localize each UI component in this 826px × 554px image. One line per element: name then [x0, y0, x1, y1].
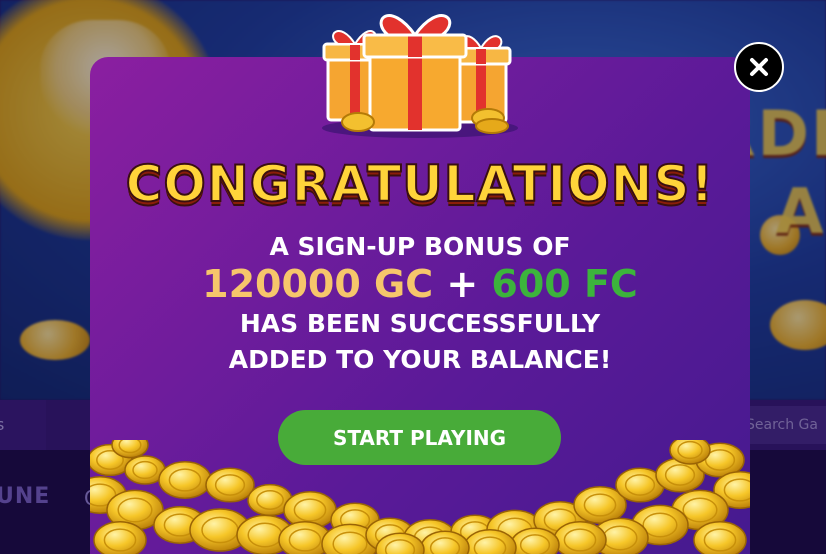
bonus-line-1: A SIGN-UP BONUS OF: [269, 232, 571, 261]
bonus-line-3: HAS BEEN SUCCESSFULLY: [239, 309, 601, 338]
close-icon: [750, 58, 768, 76]
gift-boxes-icon: [320, 0, 520, 140]
fc-amount: 600 FC: [491, 262, 638, 306]
bonus-amount: 120000 GC + 600 FC: [90, 262, 750, 306]
start-playing-button[interactable]: START PLAYING: [278, 410, 561, 465]
plus-sign: +: [446, 262, 479, 306]
modal-title: CONGRATULATIONS!: [125, 154, 715, 214]
close-button[interactable]: [734, 42, 784, 92]
gc-amount: 120000 GC: [202, 262, 434, 306]
bonus-line-4: ADDED TO YOUR BALANCE!: [228, 345, 612, 374]
